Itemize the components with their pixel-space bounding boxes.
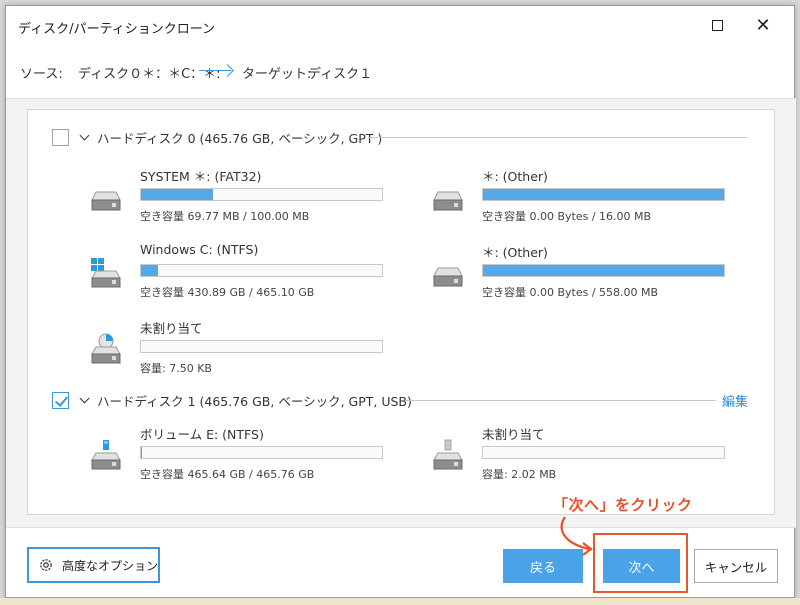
maximize-button[interactable] <box>702 12 732 38</box>
usage-bar-fill <box>141 265 158 276</box>
partition-info: 空き容量 430.89 GB / 465.10 GB <box>140 286 315 299</box>
divider <box>368 137 748 138</box>
partition-item[interactable]: 未割り当て 容量: 2.02 MB <box>428 424 728 486</box>
partition-item[interactable]: 未割り当て 容量: 7.50 KB <box>86 318 386 380</box>
source-target-bar: ソース: ディスク０＊：＊C：＊: ターゲット: ディスク１ <box>6 48 794 94</box>
drive-icon <box>433 191 463 211</box>
close-icon: ✕ <box>755 14 771 36</box>
usage-bar <box>140 340 383 353</box>
gear-icon <box>40 559 52 571</box>
source-label: ソース: <box>20 67 63 82</box>
partition-info: 空き容量 465.64 GB / 465.76 GB <box>140 468 315 481</box>
partition-name: 未割り当て <box>140 321 203 336</box>
curved-arrow-icon <box>560 516 593 556</box>
next-button[interactable]: 次へ <box>603 549 680 583</box>
partition-name: 未割り当て <box>482 427 545 442</box>
divider <box>406 400 716 401</box>
disk-1-header: ハードディスク 1 (465.76 GB, ベーシック, GPT, USB) <box>52 390 412 410</box>
drive-icon <box>433 267 463 287</box>
usage-bar <box>482 446 725 459</box>
target-value: ディスク１ <box>308 67 373 82</box>
target-label: ターゲット: <box>242 67 312 82</box>
drive-icon <box>91 191 121 211</box>
usage-bar <box>482 188 725 201</box>
usage-bar <box>140 188 383 201</box>
disk-0-label: ハードディスク 0 (465.76 GB, ベーシック, GPT ) <box>97 130 383 146</box>
cancel-button[interactable]: キャンセル <box>694 549 778 583</box>
partition-name: ＊: (Other) <box>482 245 548 260</box>
partition-name: ボリューム E: (NTFS) <box>140 427 264 442</box>
partition-item[interactable]: Windows C: (NTFS) 空き容量 430.89 GB / 465.1… <box>86 242 386 304</box>
usage-bar <box>482 264 725 277</box>
advanced-options-label: 高度なオプション <box>62 558 159 573</box>
usage-bar-fill <box>141 189 214 200</box>
background-page-strip <box>0 598 800 605</box>
title-bar: ディスク/パーティションクローン ✕ <box>6 6 794 44</box>
partition-name: ＊: (Other) <box>482 169 548 184</box>
disk-1-label: ハードディスク 1 (465.76 GB, ベーシック, GPT, USB) <box>97 393 412 409</box>
partition-info: 空き容量 0.00 Bytes / 16.00 MB <box>482 210 652 223</box>
partition-info: 容量: 7.50 KB <box>140 362 212 375</box>
partition-name: SYSTEM ＊: (FAT32) <box>140 169 262 184</box>
usage-bar <box>140 446 383 459</box>
partition-name: Windows C: (NTFS) <box>140 242 259 257</box>
partition-info: 空き容量 69.77 MB / 100.00 MB <box>140 210 310 223</box>
usb-drive-gray-icon <box>433 439 463 470</box>
partition-item[interactable]: ＊: (Other) 空き容量 0.00 Bytes / 16.00 MB <box>428 166 728 228</box>
window-title: ディスク/パーティションクローン <box>18 22 216 37</box>
partition-item[interactable]: ボリューム E: (NTFS) 空き容量 465.64 GB / 465.76 … <box>86 424 386 486</box>
usage-bar-fill <box>141 447 143 458</box>
click-next-annotation: 「次へ」をクリック <box>553 496 693 514</box>
usage-bar-fill <box>483 265 724 276</box>
disk-list-panel: ハードディスク 0 (465.76 GB, ベーシック, GPT ) SYSTE… <box>27 109 775 515</box>
partition-info: 容量: 2.02 MB <box>482 468 557 481</box>
footer-bar: 高度なオプション 戻る 次へ キャンセル <box>6 528 794 599</box>
disk-map-area: ハードディスク 0 (465.76 GB, ベーシック, GPT ) SYSTE… <box>6 98 796 528</box>
partition-item[interactable]: ＊: (Other) 空き容量 0.00 Bytes / 558.00 MB <box>428 242 728 304</box>
source-value: ディスク０＊：＊C：＊: <box>78 67 221 82</box>
disk-0-header: ハードディスク 0 (465.76 GB, ベーシック, GPT ) <box>52 127 382 147</box>
usb-drive-icon <box>91 440 121 470</box>
disk-1-checkbox[interactable] <box>52 391 69 409</box>
advanced-options-button[interactable]: 高度なオプション <box>27 547 160 583</box>
maximize-icon <box>711 19 723 31</box>
partition-item[interactable]: SYSTEM ＊: (FAT32) 空き容量 69.77 MB / 100.00… <box>86 166 386 228</box>
edit-link[interactable]: 編集 <box>722 391 748 410</box>
disk-0-checkbox[interactable] <box>52 128 69 146</box>
unallocated-drive-icon <box>91 333 121 364</box>
arrow-right-icon <box>199 70 231 72</box>
chevron-down-icon[interactable] <box>79 130 90 140</box>
usage-bar <box>140 264 383 277</box>
windows-drive-icon <box>91 258 121 288</box>
partition-info: 空き容量 0.00 Bytes / 558.00 MB <box>482 286 659 299</box>
usage-bar-fill <box>483 189 724 200</box>
close-button[interactable]: ✕ <box>748 12 778 38</box>
chevron-down-icon[interactable] <box>79 393 90 403</box>
